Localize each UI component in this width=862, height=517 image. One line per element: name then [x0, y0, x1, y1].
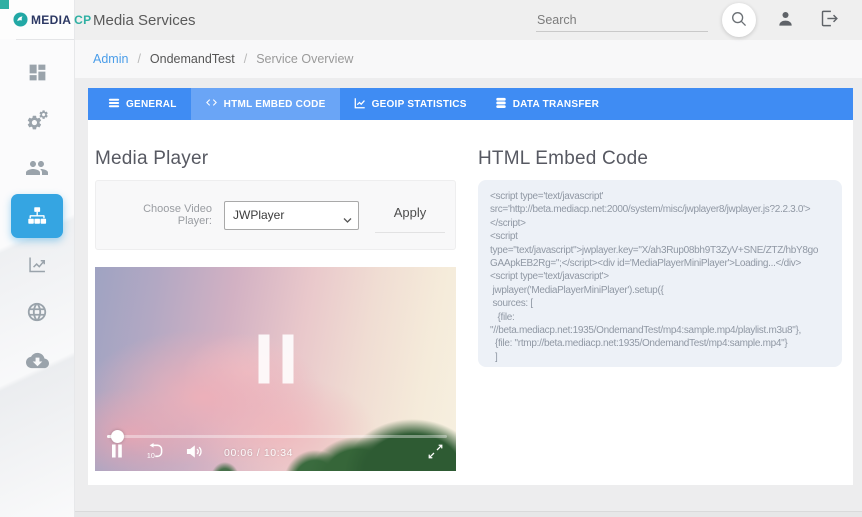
rewind-10-button[interactable]: 10: [145, 442, 164, 463]
tab-label: HTML EMBED CODE: [224, 99, 326, 110]
pause-button[interactable]: [111, 444, 123, 461]
code-icon: [205, 96, 218, 112]
list-icon: [108, 97, 120, 112]
sidebar-item-services[interactable]: [0, 192, 74, 240]
video-progress-bar[interactable]: [107, 435, 447, 438]
main-area: Media Services Admin / OndemandTest / Se…: [75, 0, 862, 517]
volume-icon: [186, 444, 204, 462]
tab-general[interactable]: GENERAL: [94, 88, 191, 120]
cloud-download-icon: [26, 349, 49, 372]
sidebar-item-statistics[interactable]: [0, 240, 74, 288]
media-player-heading: Media Player: [95, 148, 456, 170]
user-account-button[interactable]: [776, 9, 795, 31]
embed-code-heading: HTML Embed Code: [478, 148, 842, 170]
search-icon: [730, 10, 748, 31]
breadcrumb-separator: /: [244, 52, 247, 66]
embed-code-block[interactable]: <script type='text/javascript' src='http…: [478, 180, 842, 367]
fullscreen-icon: [428, 444, 443, 462]
breadcrumb: Admin / OndemandTest / Service Overview: [75, 40, 862, 78]
person-icon: [776, 9, 795, 31]
sidebar-item-users[interactable]: [0, 144, 74, 192]
card-body: Media Player Choose Video Player: JWPlay…: [88, 120, 853, 485]
logout-button[interactable]: [819, 9, 838, 31]
sidebar-item-dashboard[interactable]: [0, 48, 74, 96]
embed-code-section: HTML Embed Code <script type='text/javas…: [478, 148, 842, 471]
sidebar: MEDIACP: [0, 0, 75, 517]
player-form: Choose Video Player: JWPlayer Apply: [95, 180, 456, 250]
users-icon: [25, 156, 49, 180]
breadcrumb-current-page: Service Overview: [256, 52, 353, 66]
sidebar-item-downloads[interactable]: [0, 336, 74, 384]
video-controls: 10 00:06 / 10:34: [111, 442, 443, 463]
search-field-wrap: [536, 9, 708, 32]
player-select[interactable]: JWPlayer: [224, 201, 359, 230]
choose-player-label: Choose Video Player:: [106, 203, 224, 227]
chart-line-icon: [27, 254, 48, 275]
svg-text:10: 10: [147, 452, 155, 460]
pause-overlay-icon[interactable]: [258, 334, 293, 383]
sidebar-nav: [0, 48, 74, 384]
database-icon: [495, 97, 507, 112]
service-card: GENERAL HTML EMBED CODE GEOIP STATISTICS…: [88, 88, 853, 485]
fullscreen-button[interactable]: [428, 444, 443, 462]
settings-gears-icon: [25, 108, 49, 132]
top-bar: Media Services: [75, 0, 862, 40]
sidebar-item-network[interactable]: [0, 288, 74, 336]
content-area: GENERAL HTML EMBED CODE GEOIP STATISTICS…: [75, 78, 862, 485]
logout-icon: [819, 9, 838, 31]
breadcrumb-service-name[interactable]: OndemandTest: [150, 52, 235, 66]
tab-bar: GENERAL HTML EMBED CODE GEOIP STATISTICS…: [88, 88, 853, 120]
search-button[interactable]: [722, 3, 756, 37]
tab-label: GEOIP STATISTICS: [372, 99, 467, 110]
tab-label: GENERAL: [126, 99, 177, 110]
chart-icon: [354, 97, 366, 112]
globe-icon: [26, 301, 48, 323]
tab-geoip-statistics[interactable]: GEOIP STATISTICS: [340, 88, 481, 120]
logo-divider: [16, 39, 74, 40]
breadcrumb-admin[interactable]: Admin: [93, 52, 128, 66]
brand-logo[interactable]: MEDIACP: [0, 0, 74, 39]
mediacp-logo-icon: [13, 12, 28, 27]
player-select-wrap: JWPlayer: [224, 201, 359, 230]
breadcrumb-separator: /: [137, 52, 140, 66]
volume-button[interactable]: [186, 444, 204, 462]
pause-icon: [111, 444, 123, 461]
video-player[interactable]: 10 00:06 / 10:34: [95, 267, 456, 471]
sidebar-active-pill: [11, 194, 63, 238]
tab-data-transfer[interactable]: DATA TRANSFER: [481, 88, 613, 120]
search-input[interactable]: [536, 9, 708, 32]
apply-button[interactable]: Apply: [375, 197, 445, 233]
media-player-section: Media Player Choose Video Player: JWPlay…: [95, 148, 456, 471]
video-time-display: 00:06 / 10:34: [224, 447, 293, 459]
rewind-10-icon: 10: [145, 442, 164, 463]
tab-label: DATA TRANSFER: [513, 99, 599, 110]
sitemap-icon: [26, 205, 48, 227]
page-title: Media Services: [93, 12, 196, 29]
bottom-bar: [75, 511, 862, 517]
tab-html-embed-code[interactable]: HTML EMBED CODE: [191, 88, 340, 120]
logo-text-cp: CP: [74, 13, 91, 27]
dashboard-icon: [27, 62, 48, 83]
logo-text-media: MEDIA: [31, 13, 71, 27]
sidebar-item-settings[interactable]: [0, 96, 74, 144]
corner-accent: [0, 0, 9, 9]
